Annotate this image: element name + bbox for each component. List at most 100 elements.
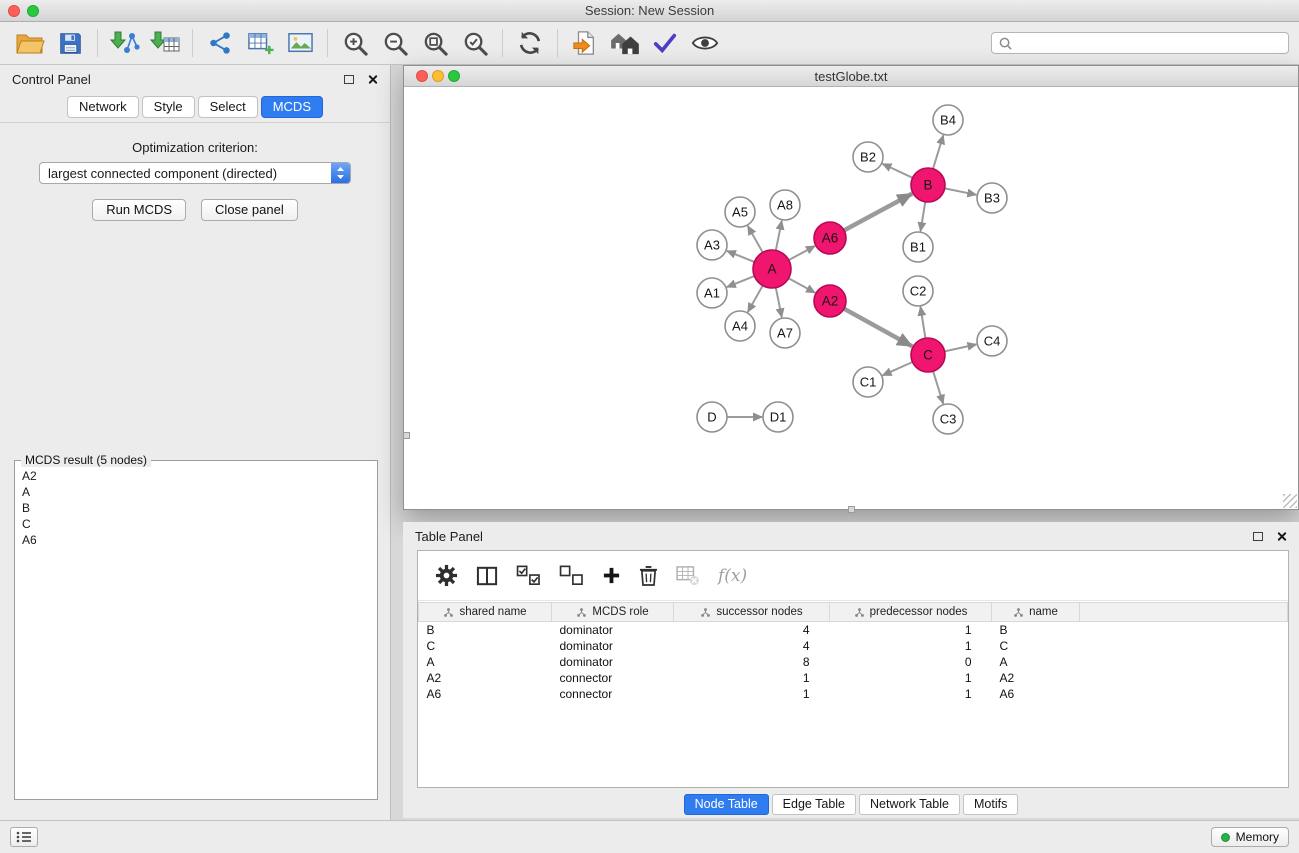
network-node-C4[interactable]: C4 (977, 326, 1007, 356)
network-edge-A-A7[interactable] (776, 288, 782, 318)
network-node-C[interactable]: C (911, 338, 945, 372)
window-edge-handle[interactable] (403, 432, 410, 439)
network-edge-B-B2[interactable] (883, 164, 913, 178)
mcds-result-item[interactable]: A6 (22, 532, 370, 548)
zoom-network-window-icon[interactable] (448, 70, 460, 82)
network-edge-A-A5[interactable] (748, 226, 763, 252)
network-edge-A-A1[interactable] (727, 276, 755, 287)
network-node-B[interactable]: B (911, 168, 945, 202)
task-history-button[interactable] (10, 827, 38, 847)
close-panel-icon[interactable] (367, 74, 378, 85)
network-node-B2[interactable]: B2 (853, 142, 883, 172)
delete-columns-button[interactable] (639, 565, 658, 587)
annotation-button[interactable] (645, 26, 685, 60)
column-header-name[interactable]: name (992, 603, 1080, 622)
network-edge-A2-C[interactable] (844, 309, 912, 347)
network-edge-A-A6[interactable] (789, 246, 815, 260)
run-mcds-button[interactable]: Run MCDS (92, 199, 186, 221)
network-node-A5[interactable]: A5 (725, 197, 755, 227)
mcds-result-list[interactable]: A2ABCA6 (15, 461, 377, 555)
network-node-A[interactable]: A (753, 250, 791, 288)
network-edge-A-A8[interactable] (776, 221, 782, 251)
network-canvas-area[interactable]: AA6A2BCA5A8A3A1A4A7B2B4B3B1C2C4C1C3DD1 (404, 87, 1298, 509)
network-edge-C-C3[interactable] (933, 371, 943, 404)
network-node-A3[interactable]: A3 (697, 230, 727, 260)
optimization-dropdown[interactable]: largest connected component (directed) (39, 162, 351, 184)
network-node-C2[interactable]: C2 (903, 276, 933, 306)
deselect-all-rows-button[interactable] (559, 565, 584, 586)
tab-style[interactable]: Style (142, 96, 195, 118)
network-node-B4[interactable]: B4 (933, 105, 963, 135)
import-network-from-file-button[interactable] (105, 26, 145, 60)
network-edge-B-B3[interactable] (945, 188, 977, 194)
import-table-from-file-button[interactable] (145, 26, 185, 60)
zoom-fit-button[interactable] (415, 26, 455, 60)
network-edge-A-A4[interactable] (748, 286, 763, 312)
zoom-out-button[interactable] (375, 26, 415, 60)
network-node-C1[interactable]: C1 (853, 367, 883, 397)
network-node-A6[interactable]: A6 (814, 222, 846, 254)
network-node-A7[interactable]: A7 (770, 318, 800, 348)
table-settings-button[interactable] (435, 564, 458, 587)
zoom-in-button[interactable] (335, 26, 375, 60)
select-all-rows-button[interactable] (516, 565, 541, 586)
float-panel-icon[interactable] (344, 75, 354, 84)
node-table[interactable]: shared nameMCDS rolesuccessor nodesprede… (418, 602, 1288, 787)
zoom-window-icon[interactable] (27, 5, 39, 17)
open-recent-file-button[interactable] (565, 26, 605, 60)
network-node-A4[interactable]: A4 (725, 311, 755, 341)
open-session-button[interactable] (10, 26, 50, 60)
network-node-D[interactable]: D (697, 402, 727, 432)
table-row[interactable]: Cdominator41C (419, 638, 1288, 654)
tab-network[interactable]: Network (67, 96, 139, 118)
column-header-MCDS-role[interactable]: MCDS role (552, 603, 674, 622)
network-edge-A-A3[interactable] (727, 251, 755, 262)
network-edge-B-B4[interactable] (933, 135, 943, 169)
home-button[interactable] (605, 26, 645, 60)
tab-node-table[interactable]: Node Table (684, 794, 769, 815)
tab-network-table[interactable]: Network Table (859, 794, 960, 815)
toggle-columns-button[interactable] (476, 566, 498, 586)
network-node-B1[interactable]: B1 (903, 232, 933, 262)
column-header-predecessor-nodes[interactable]: predecessor nodes (830, 603, 992, 622)
mcds-result-item[interactable]: A2 (22, 468, 370, 484)
network-edge-A-A2[interactable] (789, 278, 816, 293)
network-canvas[interactable]: AA6A2BCA5A8A3A1A4A7B2B4B3B1C2C4C1C3DD1 (404, 87, 1298, 509)
window-edge-handle[interactable] (848, 506, 855, 513)
tab-edge-table[interactable]: Edge Table (772, 794, 856, 815)
export-image-button[interactable] (280, 26, 320, 60)
new-table-button[interactable] (240, 26, 280, 60)
network-window-titlebar[interactable]: testGlobe.txt (404, 66, 1298, 87)
mcds-result-item[interactable]: A (22, 484, 370, 500)
refresh-layout-button[interactable] (510, 26, 550, 60)
table-row[interactable]: Adominator80A (419, 654, 1288, 670)
show-graphics-button[interactable] (685, 26, 725, 60)
close-table-panel-icon[interactable] (1276, 531, 1287, 542)
network-edge-A6-B[interactable] (844, 194, 912, 231)
network-node-A2[interactable]: A2 (814, 285, 846, 317)
tab-mcds[interactable]: MCDS (261, 96, 323, 118)
tab-select[interactable]: Select (198, 96, 258, 118)
network-node-C3[interactable]: C3 (933, 404, 963, 434)
tab-motifs[interactable]: Motifs (963, 794, 1018, 815)
float-table-panel-icon[interactable] (1253, 532, 1263, 541)
new-network-button[interactable] (200, 26, 240, 60)
resize-handle-icon[interactable] (1283, 494, 1297, 508)
delete-table-button[interactable] (676, 566, 700, 586)
close-network-window-icon[interactable] (416, 70, 428, 82)
table-row[interactable]: A6connector11A6 (419, 686, 1288, 702)
zoom-selected-button[interactable] (455, 26, 495, 60)
minimize-network-window-icon[interactable] (432, 70, 444, 82)
network-node-B3[interactable]: B3 (977, 183, 1007, 213)
search-box[interactable] (991, 32, 1289, 54)
network-edge-C-C2[interactable] (921, 307, 926, 338)
mcds-result-item[interactable]: B (22, 500, 370, 516)
memory-button[interactable]: Memory (1211, 827, 1289, 847)
network-node-A1[interactable]: A1 (697, 278, 727, 308)
close-panel-button[interactable]: Close panel (201, 199, 298, 221)
network-edge-C-C4[interactable] (945, 344, 977, 351)
table-row[interactable]: A2connector11A2 (419, 670, 1288, 686)
network-node-D1[interactable]: D1 (763, 402, 793, 432)
mcds-result-item[interactable]: C (22, 516, 370, 532)
function-builder-button[interactable]: f(x) (718, 566, 747, 586)
